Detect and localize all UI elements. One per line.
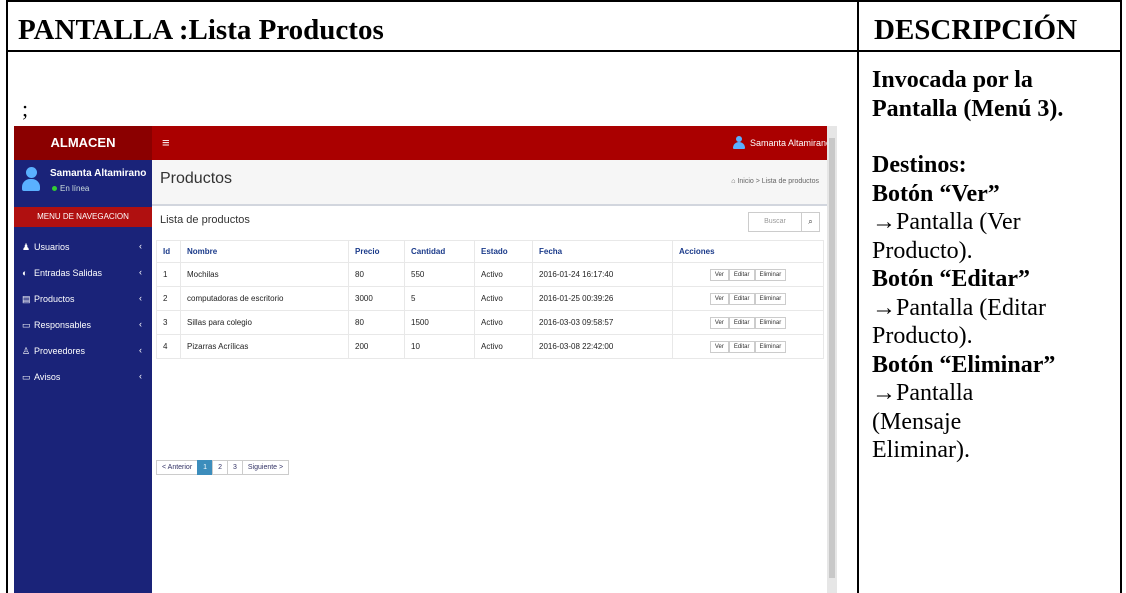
- sidebar-user-name: Samanta Altamirano: [50, 168, 147, 179]
- nav-header: MENU DE NAVEGACION: [14, 207, 152, 227]
- main-content: Productos ⌂ Inicio > Lista de productos …: [152, 160, 828, 593]
- products-table: Id Nombre Precio Cantidad Estado Fecha A…: [156, 240, 824, 359]
- top-user-menu[interactable]: Samanta Altamirano: [732, 136, 831, 149]
- avatar: [22, 167, 40, 193]
- top-bar: ALMACEN ≡ Samanta Altamirano: [14, 126, 837, 160]
- sidebar-item-responsables[interactable]: ▭ Responsables ‹: [14, 318, 152, 334]
- prev-page-button[interactable]: < Anterior: [156, 460, 199, 475]
- laptop-icon: ▭: [22, 372, 31, 382]
- chevron-left-icon: ‹: [139, 319, 142, 329]
- editar-button[interactable]: Editar: [728, 316, 755, 329]
- home-icon: ⌂: [731, 178, 736, 185]
- ver-button[interactable]: Ver: [709, 316, 729, 329]
- stray-mark: ;: [22, 96, 29, 121]
- chevron-left-icon: ‹: [139, 293, 142, 303]
- table-header-row: Id Nombre Precio Cantidad Estado Fecha A…: [156, 240, 824, 263]
- col-cantidad: Cantidad: [404, 240, 475, 263]
- search-box: Buscar ⌕: [748, 212, 820, 232]
- breadcrumb: ⌂ Inicio > Lista de productos: [731, 178, 819, 185]
- description-text: Invocada por la Pantalla (Menú 3). Desti…: [872, 66, 1122, 465]
- table-column-divider: [857, 0, 859, 593]
- chevron-left-icon: ‹: [139, 267, 142, 277]
- ver-destination: →Pantalla (Ver: [872, 209, 1021, 235]
- ver-button[interactable]: Ver: [709, 340, 729, 353]
- user-icon: [732, 136, 745, 149]
- col-id: Id: [156, 240, 181, 263]
- sidebar-item-avisos[interactable]: ▭ Avisos ‹: [14, 370, 152, 386]
- col-estado: Estado: [474, 240, 533, 263]
- sidebar-item-productos[interactable]: ▤ Productos ‹: [14, 292, 152, 308]
- eliminar-button[interactable]: Eliminar: [754, 268, 787, 281]
- search-input[interactable]: Buscar: [749, 213, 801, 231]
- ver-button[interactable]: Ver: [709, 292, 729, 305]
- page-title: Productos: [160, 170, 233, 187]
- destinos-label: Destinos:: [872, 152, 967, 178]
- table-border-top: [6, 0, 1122, 2]
- app-screenshot: ALMACEN ≡ Samanta Altamirano Samanta Alt…: [14, 126, 837, 593]
- eliminar-button[interactable]: Eliminar: [754, 316, 787, 329]
- user-icon: ♟: [22, 242, 31, 252]
- page-1-button[interactable]: 1: [197, 460, 214, 475]
- eliminar-destination-2: (Mensaje: [872, 408, 962, 435]
- table-header-divider: [6, 50, 1122, 52]
- users-icon: ♙: [22, 346, 31, 356]
- eliminar-destination-3: Eliminar).: [872, 437, 970, 463]
- online-status: En línea: [52, 184, 89, 193]
- table-row: 4 Pizarras Acrílicas 200 10 Activo 2016-…: [156, 334, 824, 359]
- col-acciones: Acciones: [672, 240, 824, 263]
- search-icon[interactable]: ⌕: [801, 213, 819, 231]
- sidebar-item-entradas-salidas[interactable]: ◐ Entradas Salidas ‹: [14, 266, 152, 282]
- eliminar-button[interactable]: Eliminar: [754, 292, 787, 305]
- menu-toggle-icon[interactable]: ≡: [162, 135, 170, 150]
- sidebar-item-usuarios[interactable]: ♟ Usuarios ‹: [14, 240, 152, 256]
- scrollbar[interactable]: [827, 126, 837, 593]
- pagination: < Anterior 1 2 3 Siguiente >: [156, 460, 290, 475]
- table-row: 3 Sillas para colegio 80 1500 Activo 201…: [156, 310, 824, 335]
- invocation-line2: Pantalla (Menú 3).: [872, 95, 1064, 122]
- eliminar-button-label: Botón “Eliminar”: [872, 351, 1056, 378]
- editar-button[interactable]: Editar: [728, 292, 755, 305]
- editar-button-label: Botón “Editar”: [872, 266, 1031, 292]
- chart-icon: ◐: [22, 268, 28, 278]
- card-icon: ▭: [22, 320, 31, 330]
- sidebar-user-panel: Samanta Altamirano En línea: [14, 160, 152, 204]
- invocation-line1: Invocada por la: [872, 67, 1033, 93]
- table-row: 2 computadoras de escritorio 3000 5 Acti…: [156, 286, 824, 311]
- editar-destination: →Pantalla (Editar: [872, 294, 1046, 321]
- next-page-button[interactable]: Siguiente >: [241, 460, 290, 475]
- col-precio: Precio: [348, 240, 405, 263]
- screen-title: PANTALLA :Lista Productos: [18, 14, 384, 46]
- scrollbar-thumb[interactable]: [829, 138, 835, 578]
- eliminar-destination: →Pantalla: [872, 380, 974, 406]
- sidebar: Samanta Altamirano En línea MENU DE NAVE…: [14, 160, 152, 593]
- top-user-name: Samanta Altamirano: [749, 137, 831, 148]
- description-title: DESCRIPCIÓN: [874, 14, 1078, 46]
- table-icon: ▤: [22, 294, 31, 304]
- ver-button[interactable]: Ver: [709, 268, 729, 281]
- ver-destination-2: Producto).: [872, 237, 973, 264]
- brand-logo[interactable]: ALMACEN: [14, 126, 152, 160]
- table-border-left: [6, 0, 8, 593]
- chevron-left-icon: ‹: [139, 371, 142, 381]
- page-3-button[interactable]: 3: [226, 460, 243, 475]
- editar-button[interactable]: Editar: [728, 268, 755, 281]
- document-table: PANTALLA :Lista Productos DESCRIPCIÓN ; …: [6, 0, 1122, 593]
- products-box: Lista de productos Buscar ⌕ Id Nombre Pr…: [152, 204, 828, 593]
- sidebar-item-proveedores[interactable]: ♙ Proveedores ‹: [14, 344, 152, 360]
- chevron-left-icon: ‹: [139, 241, 142, 251]
- col-fecha: Fecha: [532, 240, 673, 263]
- editar-button[interactable]: Editar: [728, 340, 755, 353]
- page-2-button[interactable]: 2: [212, 460, 228, 475]
- table-row: 1 Mochilas 80 550 Activo 2016-01-24 16:1…: [156, 262, 824, 287]
- col-nombre: Nombre: [180, 240, 349, 263]
- eliminar-button[interactable]: Eliminar: [754, 340, 787, 353]
- online-dot-icon: [52, 186, 57, 192]
- chevron-left-icon: ‹: [139, 345, 142, 355]
- box-title: Lista de productos: [160, 214, 250, 226]
- editar-destination-2: Producto).: [872, 323, 973, 349]
- ver-button-label: Botón “Ver”: [872, 180, 1000, 207]
